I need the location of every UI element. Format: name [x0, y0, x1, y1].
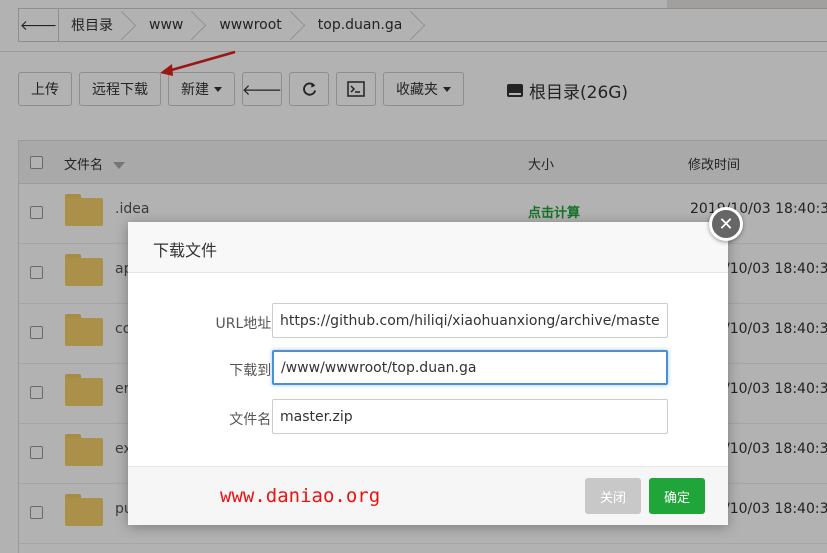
dialog-footer: www.daniao.org 关闭 确定: [128, 466, 728, 525]
dialog-title: 下载文件: [128, 222, 728, 273]
filename-input[interactable]: [272, 399, 668, 434]
url-label: URL地址:: [215, 316, 277, 332]
filename-label: 文件名:: [229, 412, 276, 428]
destination-label: 下载到:: [229, 363, 276, 379]
url-input[interactable]: [272, 303, 668, 338]
destination-input[interactable]: [272, 350, 668, 385]
url-row: URL地址:: [128, 303, 728, 339]
download-file-dialog: 下载文件 URL地址: 下载到: 文件名: www.daniao.org 关闭 …: [128, 222, 728, 525]
dialog-close-button[interactable]: ✕: [709, 207, 743, 241]
filename-row: 文件名:: [128, 399, 728, 435]
confirm-button[interactable]: 确定: [649, 478, 705, 514]
watermark-text: www.daniao.org: [220, 485, 381, 507]
close-icon: ✕: [718, 213, 734, 235]
close-button[interactable]: 关闭: [585, 478, 641, 514]
destination-row: 下载到:: [128, 350, 728, 386]
